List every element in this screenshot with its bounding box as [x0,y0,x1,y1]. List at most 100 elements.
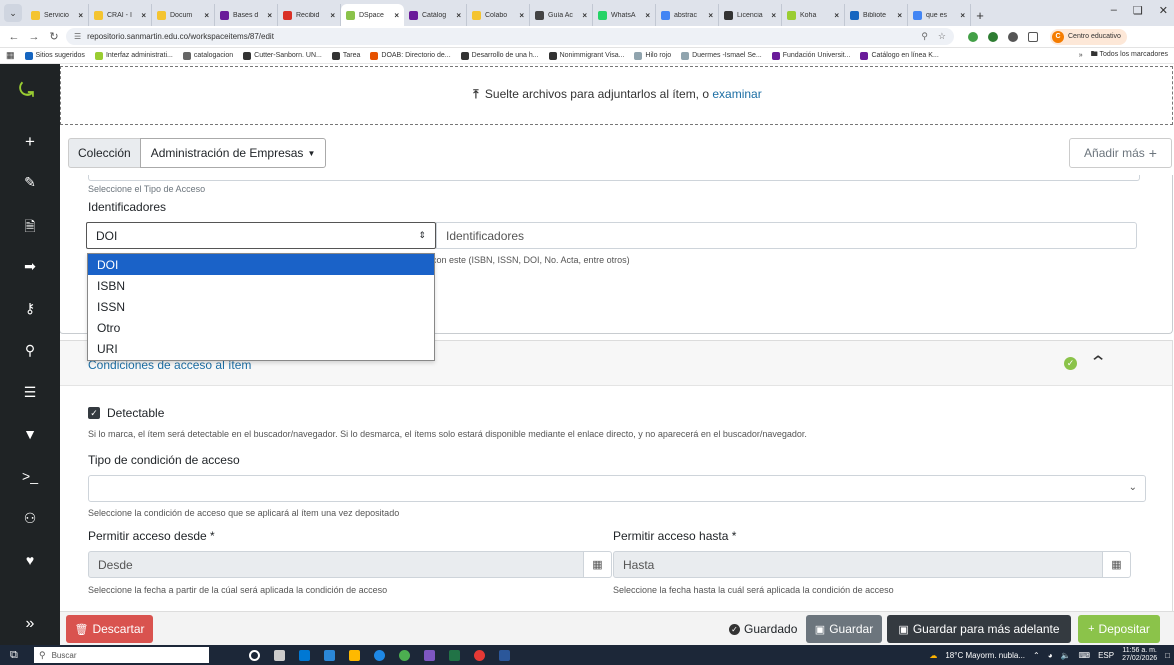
excel-icon[interactable] [449,649,460,661]
close-tab-icon[interactable]: × [708,11,713,20]
deposit-button[interactable]: + Depositar [1078,615,1160,643]
access-type-select-edge[interactable] [88,175,1140,181]
network-icon[interactable]: ◕ [1048,651,1053,660]
dropdown-option[interactable]: ISBN [88,275,434,296]
volume-icon[interactable]: 🔈 [1061,651,1071,660]
close-tab-icon[interactable]: × [897,11,902,20]
bookmark-item[interactable]: Tarea [331,51,360,60]
list-icon[interactable]: ☰ [0,384,60,401]
zoom-icon[interactable]: ⚲ [921,31,928,42]
language-indicator[interactable]: ESP [1098,651,1114,660]
browser-tab[interactable]: Bases d × [215,4,278,26]
more-bookmarks-icon[interactable]: » [1079,52,1083,59]
close-tab-icon[interactable]: × [582,11,587,20]
key-icon[interactable]: ⚷ [0,300,60,317]
close-tab-icon[interactable]: × [204,11,209,20]
expand-sidebar-icon[interactable]: » [0,615,60,633]
close-tab-icon[interactable]: × [834,11,839,20]
puzzle-extension-icon[interactable] [1028,31,1038,42]
all-bookmarks-folder[interactable]: 🖿 Todos los marcadores [1091,50,1168,61]
close-tab-icon[interactable]: × [267,11,272,20]
new-tab-button[interactable]: + [971,4,989,26]
user-check-icon[interactable]: ⚇ [0,510,60,527]
close-tab-icon[interactable]: × [519,11,524,20]
close-tab-icon[interactable]: × [394,11,399,20]
heartbeat-icon[interactable]: ♥ [0,552,60,568]
browse-files-link[interactable]: examinar [712,87,761,101]
identifier-input[interactable]: Identificadores [436,222,1137,249]
save-for-later-button[interactable]: ▣ Guardar para más adelante [887,615,1071,643]
discard-button[interactable]: 🗑 Descartar [66,615,153,643]
save-button[interactable]: ▣ Guardar [806,615,882,643]
pencil-icon[interactable]: ✎ [0,174,60,191]
dropdown-option[interactable]: DOI [88,254,434,275]
tray-chevron-icon[interactable]: ⌃ [1033,651,1040,660]
bookmark-item[interactable]: Fundación Universit... [771,51,850,60]
close-tab-icon[interactable]: × [78,11,83,20]
chrome-icon[interactable] [399,649,410,661]
browser-tab[interactable]: que es × [908,4,971,26]
word-icon[interactable] [499,649,510,661]
search-icon[interactable]: ⚲ [0,342,60,359]
bookmark-item[interactable]: Duermes -Ismael Se... [681,51,762,60]
browser-tab[interactable]: abstrac × [656,4,719,26]
close-tab-icon[interactable]: × [330,11,335,20]
browser-tab[interactable]: WhatsA × [593,4,656,26]
add-more-button[interactable]: Añadir más + [1069,138,1172,168]
minimize-icon[interactable]: – [1111,4,1117,17]
keyboard-icon[interactable]: ⌨ [1079,651,1091,660]
close-tab-icon[interactable]: × [960,11,965,20]
site-info-icon[interactable]: ☰ [74,32,81,41]
url-field[interactable]: ☰ repositorio.sanmartin.edu.co/workspace… [66,28,954,45]
browser-tab[interactable]: Colabo × [467,4,530,26]
collection-select[interactable]: Administración de Empresas ▼ [139,138,327,168]
green-extension-icon[interactable] [988,31,998,42]
file-export-icon[interactable]: ➡ [0,258,60,275]
calendar-icon[interactable]: ▦ [583,551,612,578]
bookmark-item[interactable]: Sitios sugeridos [24,51,85,60]
close-tab-icon[interactable]: × [456,11,461,20]
app-icon[interactable] [424,649,435,661]
browser-tab[interactable]: CRAI - I × [89,4,152,26]
file-import-icon[interactable]: 🗎 [0,216,60,240]
bookmark-item[interactable]: Hilo rojo [634,51,671,60]
store-icon[interactable] [299,649,310,661]
access-condition-select[interactable]: ⌄ [88,475,1146,502]
filter-icon[interactable]: ▼ [0,426,60,442]
restore-icon[interactable]: ❑ [1133,4,1143,17]
identifier-type-select[interactable]: DOI ⇕ [86,222,436,249]
shield-extension-icon[interactable] [968,31,978,42]
tab-search-icon[interactable]: ⌄ [4,4,22,22]
plus-icon[interactable]: + [0,132,60,152]
browser-tab[interactable]: Koha × [782,4,845,26]
calendar-icon[interactable]: ▦ [1102,551,1131,578]
back-icon[interactable]: ← [6,31,22,43]
bookmark-item[interactable]: DOAB: Directorio de... [370,51,451,60]
bookmark-item[interactable]: Desarrollo de una h... [460,51,539,60]
browser-tab[interactable]: Servicio × [26,4,89,26]
close-tab-icon[interactable]: × [645,11,650,20]
browser-tab[interactable]: Guía Ac × [530,4,593,26]
browser-tab[interactable]: Licencia × [719,4,782,26]
browser-tab[interactable]: Catálog × [404,4,467,26]
bookmark-item[interactable]: Cutter-Sanborn. UN... [243,51,322,60]
file-dropzone[interactable]: ⤒ Suelte archivos para adjuntarlos al ít… [60,66,1173,125]
reload-icon[interactable]: ↻ [46,30,62,43]
forward-icon[interactable]: → [26,31,42,43]
bookmark-star-icon[interactable]: ☆ [938,31,946,42]
windows-start-icon[interactable]: ⧉ [10,649,28,662]
close-tab-icon[interactable]: × [141,11,146,20]
bookmark-item[interactable]: catalogacion [182,51,233,60]
taskbar-search[interactable]: ⚲ Buscar [34,647,209,663]
clock[interactable]: 11:56 a. m. 27/02/2026 [1122,647,1157,663]
chrome-profile-icon[interactable] [474,649,485,661]
close-tab-icon[interactable]: × [771,11,776,20]
browser-tab[interactable]: Bibliote × [845,4,908,26]
browser-tab[interactable]: Docum × [152,4,215,26]
widgets-icon[interactable] [274,649,285,661]
browser-tab[interactable]: DSpace × [341,4,404,26]
bookmark-item[interactable]: Nonimmigrant Visa... [548,51,624,60]
notifications-icon[interactable]: □ [1165,651,1170,660]
dropdown-option[interactable]: Otro [88,317,434,338]
browser-icon[interactable] [374,649,385,661]
